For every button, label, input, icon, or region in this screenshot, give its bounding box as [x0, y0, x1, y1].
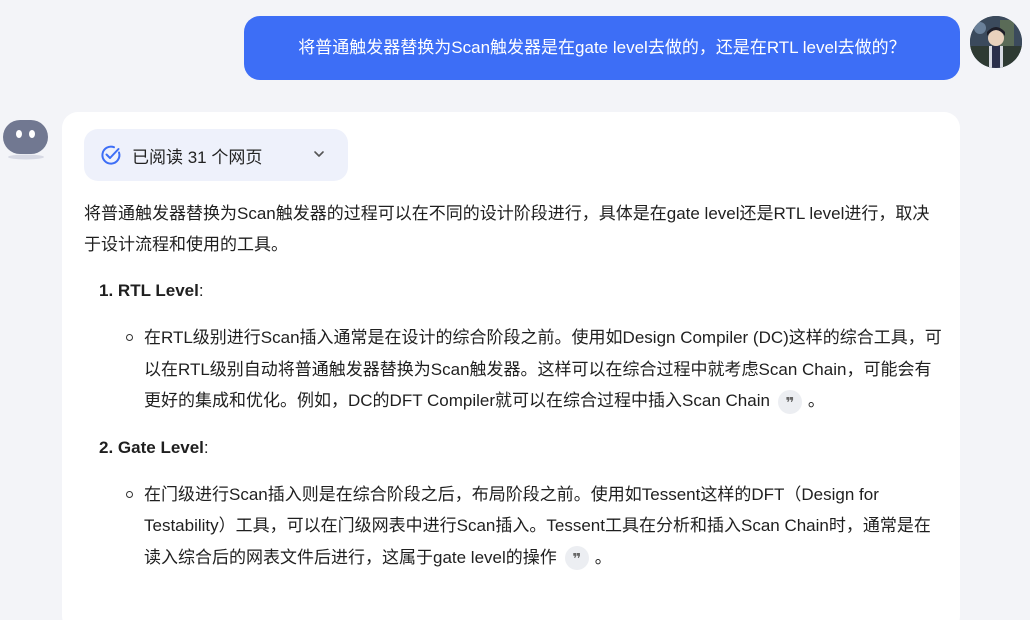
bullet-item-rtl: 在RTL级别进行Scan插入通常是在设计的综合阶段之前。使用如Design Co… [84, 322, 944, 417]
section-title: RTL Level [117, 281, 199, 300]
answer-intro: 将普通触发器替换为Scan触发器的过程可以在不同的设计阶段进行，具体是在gate… [84, 204, 930, 254]
answer-card: 已阅读 31 个网页 将普通触发器替换为Scan触发器的过程可以在不同的设计阶段… [62, 112, 960, 620]
section-suffix: : [203, 437, 209, 457]
section-suffix: : [198, 281, 204, 300]
check-circle-icon [101, 145, 121, 165]
user-avatar-image [970, 16, 1022, 68]
section-number: 2. [99, 437, 114, 457]
read-pages-label: 已阅读 31 个网页 [132, 147, 263, 167]
quote-icon[interactable]: ❞ [564, 546, 589, 571]
bullet-dot [126, 490, 133, 498]
user-avatar[interactable] [970, 16, 1022, 68]
bullet-item-gate: 在门级进行Scan插入则是在综合阶段之后，布局阶段之前。使用如Tessent这样… [84, 479, 944, 574]
read-pages-toggle[interactable]: 已阅读 31 个网页 [84, 129, 348, 181]
answer-content: 将普通触发器替换为Scan触发器的过程可以在不同的设计阶段进行，具体是在gate… [84, 198, 944, 573]
quote-icon[interactable]: ❞ [777, 389, 802, 414]
section-heading-rtl: 1. RTL Level: [84, 275, 944, 306]
section-heading-gate: 2. Gate Level: [84, 432, 944, 463]
bullet-dot [126, 334, 133, 341]
bullet-end: 。 [594, 547, 612, 567]
bot-avatar-icon [2, 116, 50, 164]
user-message-text: 将普通触发器替换为Scan触发器是在gate level去做的，还是在RTL l… [298, 38, 906, 57]
section-number: 1. [99, 281, 114, 300]
chevron-down-icon[interactable] [312, 147, 326, 161]
bullet-end: 。 [807, 391, 825, 410]
user-message-bubble: 将普通触发器替换为Scan触发器是在gate level去做的，还是在RTL l… [244, 16, 960, 80]
chat-page: 将普通触发器替换为Scan触发器是在gate level去做的，还是在RTL l… [0, 0, 1030, 620]
section-title: Gate Level [117, 437, 204, 457]
bullet-text: 在门级进行Scan插入则是在综合阶段之后，布局阶段之前。使用如Tessent这样… [144, 484, 931, 567]
